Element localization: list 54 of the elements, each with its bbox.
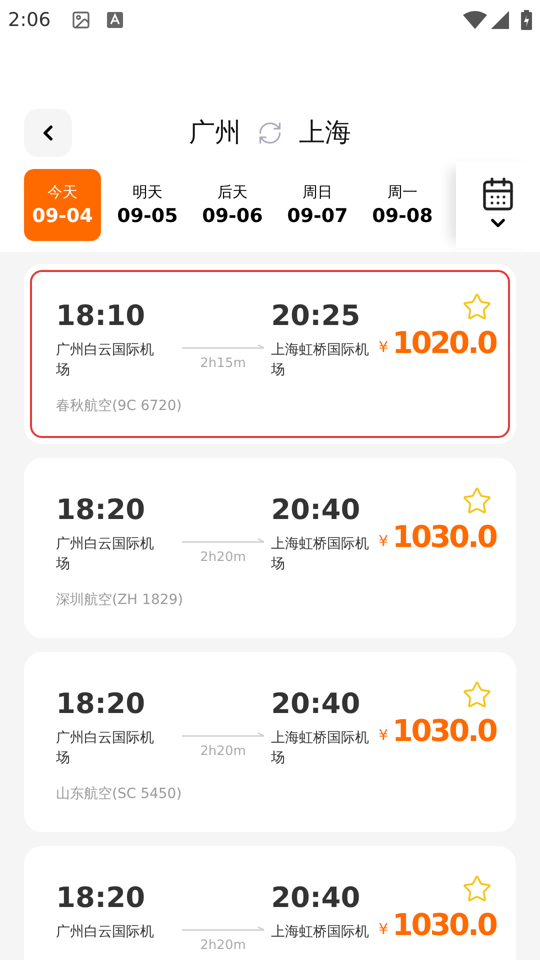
battery-charging-icon: [521, 10, 532, 30]
departure-time: 18:10: [56, 300, 146, 332]
arrival-time: 20:40: [271, 882, 362, 914]
flight-price: 1030.0: [392, 520, 496, 556]
flight-card[interactable]: 18:20 广州白云国际机 2h20m 20:40 上海虹桥国际机 ¥1030.0: [24, 846, 516, 960]
arrival-time: 20:40: [271, 494, 362, 526]
arrival-airport: 上海虹桥国际机场: [271, 729, 370, 768]
arrival-time: 20:25: [271, 300, 362, 332]
flight-price: 1030.0: [392, 908, 496, 944]
date-tab[interactable]: 明天 09-05: [109, 169, 186, 241]
arrival-airport: 上海虹桥国际机场: [271, 341, 370, 380]
arrival-time: 20:40: [271, 688, 362, 720]
arrival-city: 上海: [299, 116, 351, 150]
flight-duration: 2h20m: [200, 937, 246, 955]
status-time: 2:06: [8, 8, 51, 33]
favorite-star-icon[interactable]: [462, 680, 492, 710]
flight-card[interactable]: 18:20 广州白云国际机场 2h20m 20:40 上海虹桥国际机场 ¥1030.0 山东航空(SC 5450): [24, 652, 516, 832]
swap-icon[interactable]: [257, 120, 283, 146]
flight-duration: 2h20m: [200, 549, 246, 567]
currency-symbol: ¥: [378, 336, 388, 358]
flight-price: 1020.0: [392, 326, 496, 362]
date-tab[interactable]: 周一 09-08: [364, 169, 441, 241]
departure-airport: 广州白云国际机: [56, 923, 155, 942]
departure-city: 广州: [189, 116, 241, 150]
airline-flight-number: 深圳航空(ZH 1829): [56, 591, 184, 610]
departure-airport: 广州白云国际机场: [56, 341, 155, 380]
currency-symbol: ¥: [378, 724, 388, 746]
back-button[interactable]: [24, 109, 72, 157]
calendar-icon[interactable]: [480, 176, 516, 212]
favorite-star-icon[interactable]: [462, 874, 492, 904]
airline-flight-number: 春秋航空(9C 6720): [56, 397, 183, 416]
flight-card[interactable]: 18:20 广州白云国际机场 2h20m 20:40 上海虹桥国际机场 ¥1030.0 深圳航空(ZH 1829): [24, 458, 516, 638]
favorite-star-icon[interactable]: [462, 292, 492, 322]
date-tab[interactable]: 后天 09-06: [194, 169, 271, 241]
arrival-airport: 上海虹桥国际机场: [271, 535, 370, 574]
signal-icon: [491, 11, 509, 29]
flight-duration: 2h20m: [200, 743, 246, 761]
arrival-airport: 上海虹桥国际机: [271, 923, 370, 942]
departure-time: 18:20: [56, 882, 146, 914]
flight-card[interactable]: 18:10 广州白云国际机场 2h15m 20:25 上海虹桥国际机场 ¥1020.0 春秋航空(9C 6720): [24, 264, 516, 444]
currency-symbol: ¥: [378, 530, 388, 552]
departure-time: 18:20: [56, 688, 146, 720]
departure-airport: 广州白云国际机场: [56, 729, 155, 768]
airline-flight-number: 山东航空(SC 5450): [56, 785, 183, 804]
picture-notification-icon: [70, 10, 91, 30]
keyboard-notification-icon: [106, 12, 123, 28]
flight-duration: 2h15m: [200, 355, 246, 373]
departure-airport: 广州白云国际机场: [56, 535, 155, 574]
favorite-star-icon[interactable]: [462, 486, 492, 516]
flight-price: 1030.0: [392, 714, 496, 750]
wifi-icon: [463, 11, 487, 29]
departure-time: 18:20: [56, 494, 146, 526]
currency-symbol: ¥: [378, 918, 388, 940]
date-tab[interactable]: 周日 09-07: [279, 169, 356, 241]
